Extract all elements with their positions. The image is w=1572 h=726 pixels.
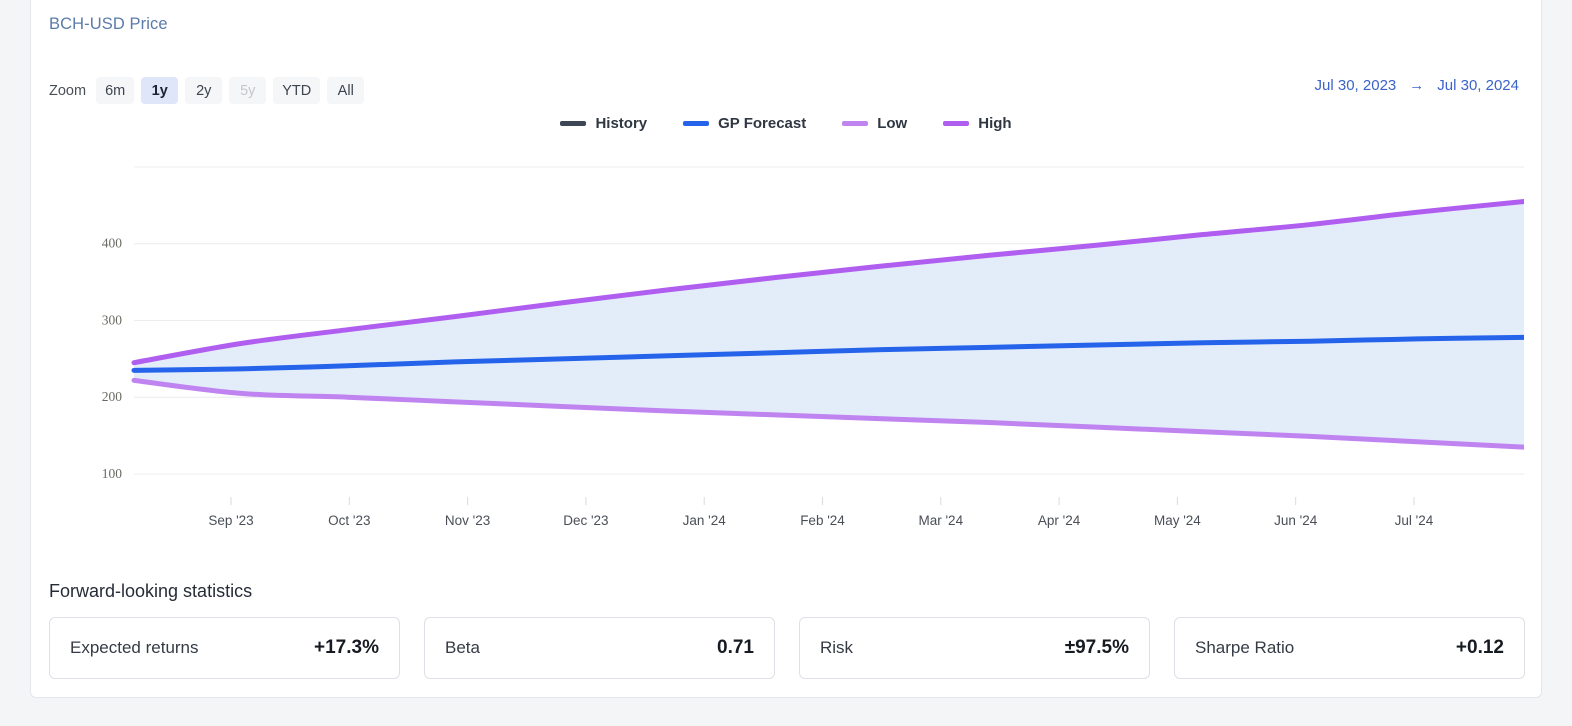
stat-card-beta: Beta 0.71 <box>424 617 775 679</box>
date-range: Jul 30, 2023 → Jul 30, 2024 <box>1315 77 1519 94</box>
zoom-control-group: Zoom 6m 1y 2y 5y YTD All <box>49 77 365 104</box>
legend-label-low: Low <box>877 115 908 132</box>
stat-label-sharpe-ratio: Sharpe Ratio <box>1195 638 1295 657</box>
svg-text:May '24: May '24 <box>1154 513 1201 528</box>
svg-text:300: 300 <box>102 312 123 327</box>
svg-text:Feb '24: Feb '24 <box>800 513 845 528</box>
svg-text:200: 200 <box>102 389 123 404</box>
svg-text:100: 100 <box>102 466 123 481</box>
forecast-card: BCH-USD Price Zoom 6m 1y 2y 5y YTD All J… <box>30 0 1542 698</box>
chart-x-axis-labels: Sep '23 Oct '23 Nov '23 Dec '23 Jan '24 Feb '… <box>208 497 1434 528</box>
page-root: BCH-USD Price Zoom 6m 1y 2y 5y YTD All J… <box>0 0 1572 726</box>
svg-text:Nov '23: Nov '23 <box>445 513 490 528</box>
legend-item-gp-forecast[interactable]: GP Forecast <box>683 115 806 132</box>
svg-text:Apr '24: Apr '24 <box>1038 513 1081 528</box>
zoom-label: Zoom <box>49 82 87 99</box>
stats-section-title: Forward-looking statistics <box>49 581 253 601</box>
svg-text:Dec '23: Dec '23 <box>563 513 608 528</box>
zoom-button-ytd[interactable]: YTD <box>273 77 321 104</box>
stat-value-expected-returns: +17.3% <box>314 637 379 658</box>
legend-item-history[interactable]: History <box>560 115 647 132</box>
stat-value-risk: ±97.5% <box>1064 637 1129 658</box>
legend-swatch-low <box>842 121 869 126</box>
stat-card-risk: Risk ±97.5% <box>799 617 1150 679</box>
zoom-button-5y: 5y <box>229 77 267 104</box>
legend-label-gp-forecast: GP Forecast <box>718 115 807 132</box>
legend-swatch-history <box>560 121 587 126</box>
svg-text:Jul '24: Jul '24 <box>1395 513 1434 528</box>
stat-label-risk: Risk <box>820 638 854 657</box>
stat-value-sharpe-ratio: +0.12 <box>1455 637 1504 658</box>
arrow-right-icon: → <box>1409 77 1425 94</box>
legend-swatch-gp-forecast <box>683 121 710 126</box>
svg-text:Mar '24: Mar '24 <box>918 513 963 528</box>
svg-text:Jun '24: Jun '24 <box>1274 513 1318 528</box>
page-title: BCH-USD Price <box>49 15 168 33</box>
stat-label-expected-returns: Expected returns <box>70 638 199 657</box>
stat-label-beta: Beta <box>445 638 480 657</box>
svg-text:Sep '23: Sep '23 <box>208 513 253 528</box>
svg-text:Jan '24: Jan '24 <box>683 513 727 528</box>
zoom-button-all[interactable]: All <box>327 77 365 104</box>
legend-label-history: History <box>595 115 648 132</box>
chart-y-axis-labels: 100 200 300 400 <box>102 236 123 481</box>
price-forecast-chart[interactable]: 100 200 300 400 Sep '23 Oct '23 Nov '23 Dec '2… <box>49 149 1524 539</box>
zoom-button-1y[interactable]: 1y <box>141 77 179 104</box>
stat-card-sharpe-ratio: Sharpe Ratio +0.12 <box>1174 617 1525 679</box>
legend-item-low[interactable]: Low <box>842 115 907 132</box>
legend-item-high[interactable]: High <box>943 115 1012 132</box>
date-range-start[interactable]: Jul 30, 2023 <box>1315 77 1397 94</box>
svg-text:Oct '23: Oct '23 <box>328 513 370 528</box>
legend-swatch-high <box>943 121 970 126</box>
stats-card-row: Expected returns +17.3% Beta 0.71 Risk ±… <box>49 617 1525 679</box>
legend-label-high: High <box>978 115 1012 132</box>
chart-svg: 100 200 300 400 Sep '23 Oct '23 Nov '23 Dec '2… <box>102 166 1524 528</box>
confidence-band-area <box>134 201 1524 448</box>
stat-card-expected-returns: Expected returns +17.3% <box>49 617 400 679</box>
chart-legend: History GP Forecast Low High <box>31 115 1541 132</box>
zoom-button-6m[interactable]: 6m <box>96 77 135 104</box>
svg-text:400: 400 <box>102 236 123 251</box>
stat-value-beta: 0.71 <box>717 637 754 658</box>
date-range-end[interactable]: Jul 30, 2024 <box>1437 77 1519 94</box>
zoom-button-2y[interactable]: 2y <box>185 77 223 104</box>
